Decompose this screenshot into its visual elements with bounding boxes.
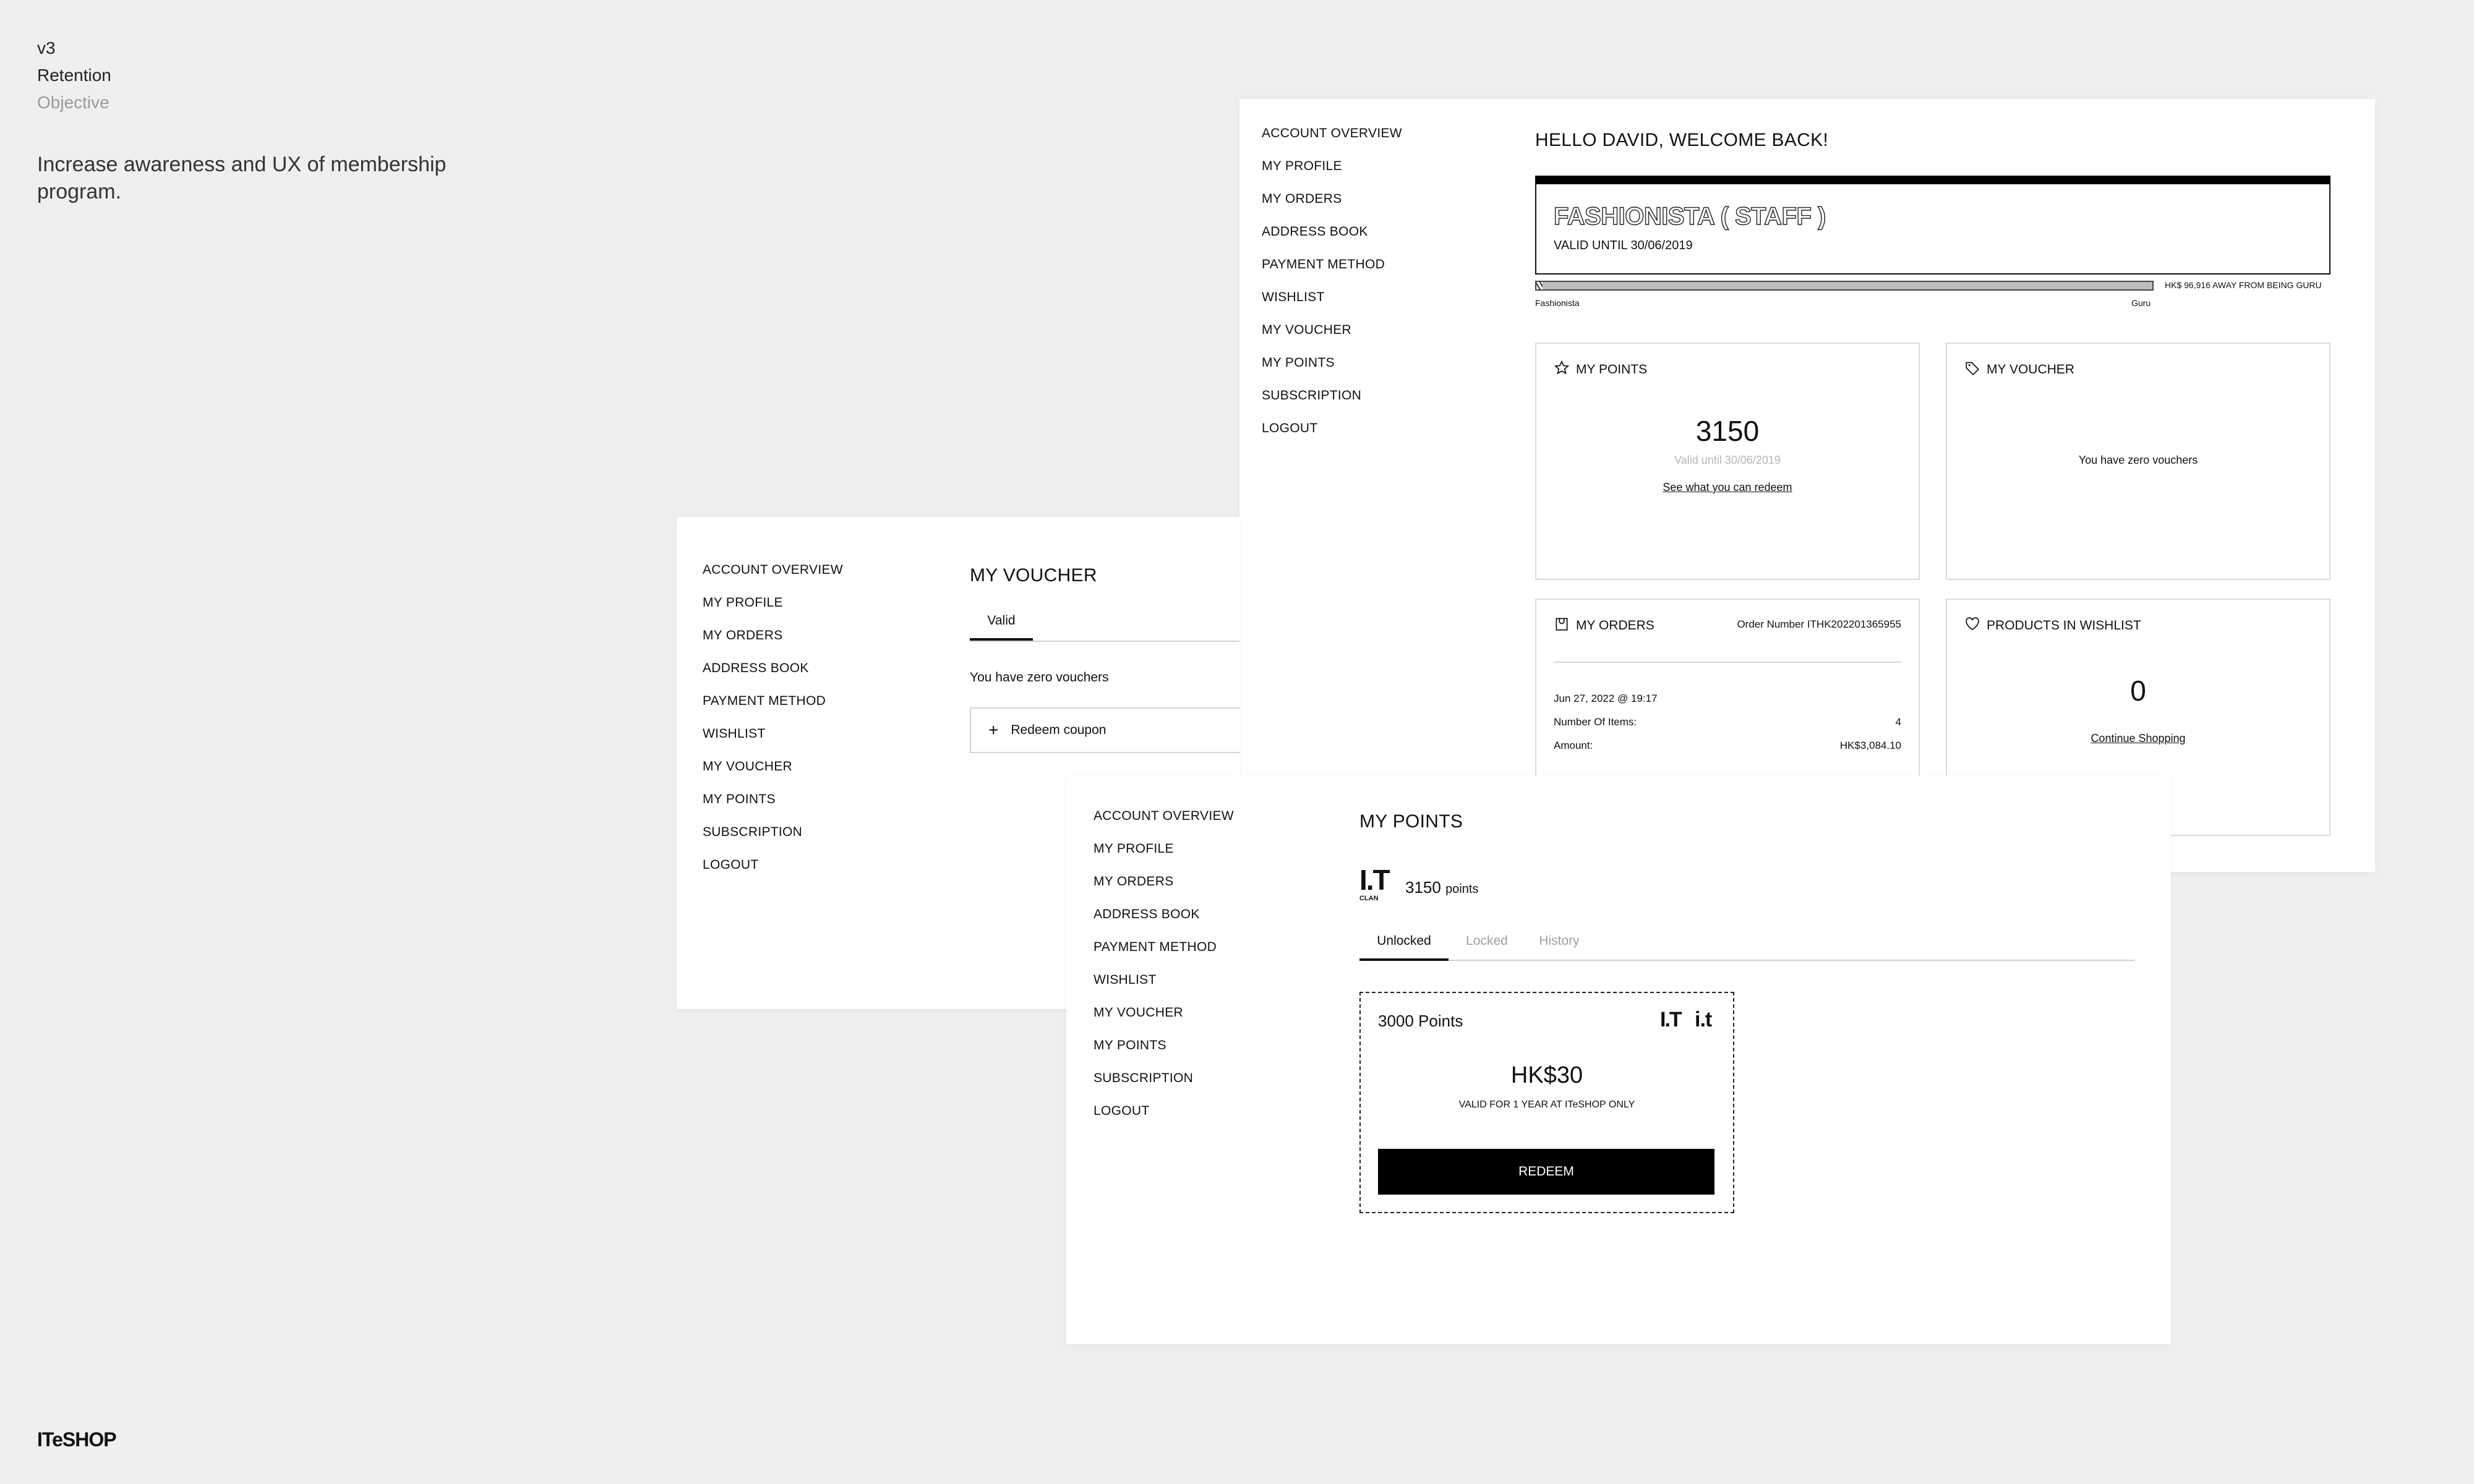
sidebar-item-my-points[interactable]: MY POINTS xyxy=(1262,356,1402,388)
redeem-coupon-label: Redeem coupon xyxy=(1011,723,1106,737)
sidebar-item-my-voucher[interactable]: MY VOUCHER xyxy=(703,759,843,792)
it-clan-logo: I.T CLAN xyxy=(1359,864,1390,902)
points-unit: points xyxy=(1445,882,1479,896)
my-voucher-card: MY VOUCHER You have zero vouchers xyxy=(1946,343,2331,580)
see-redeem-link[interactable]: See what you can redeem xyxy=(1536,481,1919,494)
membership-tier-card: FASHIONISTA ( STAFF ) VALID UNTIL 30/06/… xyxy=(1535,176,2331,275)
tier-progress-bar xyxy=(1535,281,2154,291)
sidebar-item-address-book[interactable]: ADDRESS BOOK xyxy=(1262,224,1402,257)
objective-text: Increase awareness and UX of membership … xyxy=(37,153,447,203)
redeem-button[interactable]: REDEEM xyxy=(1378,1149,1714,1195)
tab-unlocked[interactable]: Unlocked xyxy=(1359,929,1449,961)
continue-shopping-link[interactable]: Continue Shopping xyxy=(1947,732,2329,745)
sidebar-item-wishlist[interactable]: WISHLIST xyxy=(1262,290,1402,323)
tag-icon xyxy=(1964,360,1980,380)
my-points-panel: ACCOUNT OVERVIEW MY PROFILE MY ORDERS AD… xyxy=(1066,775,2171,1344)
voucher-page-title: MY VOUCHER xyxy=(970,565,1097,586)
brand-logo: ITeSHOP xyxy=(37,1428,117,1451)
points-page-title: MY POINTS xyxy=(1359,811,1463,832)
voucher-empty-message: You have zero vouchers xyxy=(970,670,1109,684)
sidebar-item-address-book[interactable]: ADDRESS BOOK xyxy=(703,661,843,694)
sidebar-item-account-overview[interactable]: ACCOUNT OVERVIEW xyxy=(1094,809,1234,842)
order-amount-value: HK$3,084.10 xyxy=(1839,740,1901,751)
sidebar-item-logout[interactable]: LOGOUT xyxy=(1094,1104,1234,1136)
sidebar-item-my-orders[interactable]: MY ORDERS xyxy=(1094,874,1234,907)
sidebar-item-logout[interactable]: LOGOUT xyxy=(1262,421,1402,454)
order-amount-label: Amount: xyxy=(1554,740,1593,751)
sidebar-item-my-orders[interactable]: MY ORDERS xyxy=(703,628,843,661)
tab-locked[interactable]: Locked xyxy=(1450,929,1524,961)
sidebar-item-account-overview[interactable]: ACCOUNT OVERVIEW xyxy=(1262,126,1402,159)
sidebar-item-wishlist[interactable]: WISHLIST xyxy=(703,727,843,759)
points-balance: 3150 xyxy=(1405,878,1441,897)
sidebar-item-my-points[interactable]: MY POINTS xyxy=(1094,1038,1234,1071)
voucher-sidebar: ACCOUNT OVERVIEW MY PROFILE MY ORDERS AD… xyxy=(703,563,843,890)
points-valid-until: Valid until 30/06/2019 xyxy=(1674,454,1781,466)
sidebar-item-logout[interactable]: LOGOUT xyxy=(703,858,843,890)
my-points-card: MY POINTS 3150 Valid until 30/06/2019 Se… xyxy=(1535,343,1920,580)
sidebar-item-subscription[interactable]: SUBSCRIPTION xyxy=(1262,388,1402,421)
my-points-card-title: MY POINTS xyxy=(1576,362,1648,377)
tier-name: FASHIONISTA ( STAFF ) xyxy=(1553,202,1826,230)
star-icon xyxy=(1554,360,1570,380)
wishlist-count: 0 xyxy=(2130,675,2146,707)
account-sidebar: ACCOUNT OVERVIEW MY PROFILE MY ORDERS AD… xyxy=(1262,126,1402,454)
sidebar-item-subscription[interactable]: SUBSCRIPTION xyxy=(1094,1071,1234,1104)
voucher-tabs-line xyxy=(970,641,1239,642)
account-overview-panel: ACCOUNT OVERVIEW MY PROFILE MY ORDERS AD… xyxy=(1239,99,2375,872)
tier-valid-until: VALID UNTIL 30/06/2019 xyxy=(1554,239,1693,252)
my-voucher-card-title: MY VOUCHER xyxy=(1987,362,2074,377)
order-items-label: Number Of Items: xyxy=(1554,716,1637,728)
category-label: Retention xyxy=(37,66,111,85)
it-logo-icon: I.T xyxy=(1660,1008,1682,1031)
sidebar-item-payment-method[interactable]: PAYMENT METHOD xyxy=(1094,940,1234,973)
sidebar-item-subscription[interactable]: SUBSCRIPTION xyxy=(703,825,843,858)
order-number: Order Number ITHK202201365955 xyxy=(1737,618,1901,630)
sidebar-item-my-voucher[interactable]: MY VOUCHER xyxy=(1094,1005,1234,1038)
my-orders-card-title: MY ORDERS xyxy=(1576,618,1654,633)
greeting-heading: HELLO DAVID, WELCOME BACK! xyxy=(1535,130,1829,150)
sidebar-item-payment-method[interactable]: PAYMENT METHOD xyxy=(703,694,843,727)
points-sidebar: ACCOUNT OVERVIEW MY PROFILE MY ORDERS AD… xyxy=(1094,809,1234,1136)
tab-valid[interactable]: Valid xyxy=(970,610,1033,641)
order-divider xyxy=(1554,662,1901,663)
plus-icon: + xyxy=(988,720,999,740)
sidebar-item-wishlist[interactable]: WISHLIST xyxy=(1094,973,1234,1005)
reward-points-required: 3000 Points xyxy=(1378,1012,1463,1030)
bag-icon xyxy=(1554,616,1570,636)
wishlist-card-title: PRODUCTS IN WISHLIST xyxy=(1987,618,2141,633)
reward-terms: VALID FOR 1 YEAR AT ITeSHOP ONLY xyxy=(1458,1099,1635,1110)
heart-icon xyxy=(1964,616,1980,636)
order-date: Jun 27, 2022 @ 19:17 xyxy=(1554,693,1658,704)
sidebar-item-my-profile[interactable]: MY PROFILE xyxy=(1094,842,1234,874)
tier-progress-fill xyxy=(1536,282,1543,289)
order-items-value: 4 xyxy=(1895,716,1901,728)
tier-next-label: Guru xyxy=(2131,298,2151,308)
version-label: v3 xyxy=(37,38,56,58)
sidebar-item-my-points[interactable]: MY POINTS xyxy=(703,792,843,825)
sidebar-item-payment-method[interactable]: PAYMENT METHOD xyxy=(1262,257,1402,290)
tier-current-label: Fashionista xyxy=(1535,298,1580,308)
section-label: Objective xyxy=(37,93,109,112)
redeem-coupon-button[interactable]: + Redeem coupon xyxy=(970,707,1239,753)
sidebar-item-account-overview[interactable]: ACCOUNT OVERVIEW xyxy=(703,563,843,595)
tier-progress-note: HK$ 96,916 AWAY FROM BEING GURU xyxy=(2165,280,2322,290)
sidebar-item-my-orders[interactable]: MY ORDERS xyxy=(1262,192,1402,224)
reward-card: 3000 Points I.T i.t HK$30 VALID FOR 1 YE… xyxy=(1359,992,1734,1213)
tab-history[interactable]: History xyxy=(1525,929,1593,961)
it-small-logo-icon: i.t xyxy=(1695,1008,1712,1031)
points-balance: 3150 xyxy=(1695,415,1760,447)
reward-value: HK$30 xyxy=(1510,1062,1583,1088)
sidebar-item-my-profile[interactable]: MY PROFILE xyxy=(703,595,843,628)
sidebar-item-address-book[interactable]: ADDRESS BOOK xyxy=(1094,907,1234,940)
voucher-empty-text: You have zero vouchers xyxy=(2078,454,2198,466)
sidebar-item-my-voucher[interactable]: MY VOUCHER xyxy=(1262,323,1402,356)
sidebar-item-my-profile[interactable]: MY PROFILE xyxy=(1262,159,1402,192)
